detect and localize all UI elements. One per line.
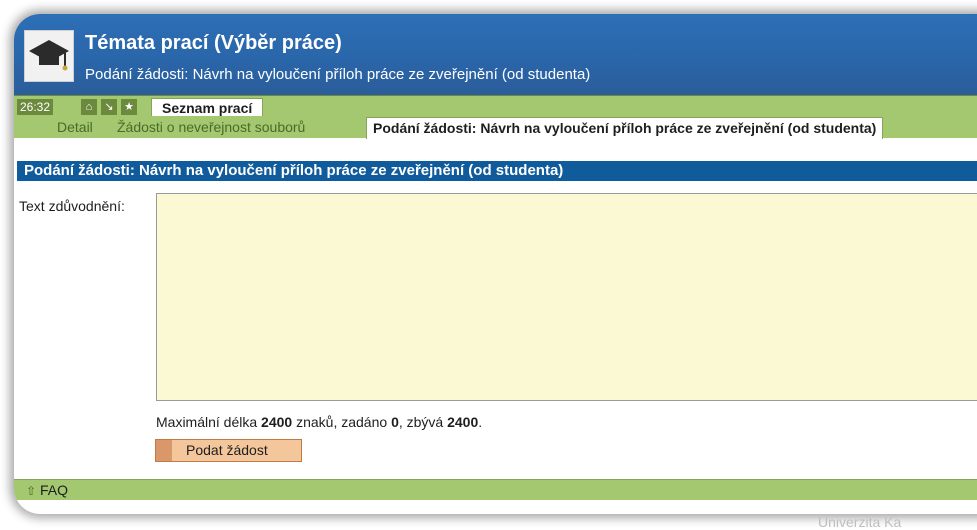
session-timer: 26:32 (17, 99, 54, 115)
faq-icon: ⇧ (26, 484, 37, 498)
university-watermark: Univerzita Ka (818, 514, 902, 530)
footer-bar: ⇧ FAQ (14, 479, 977, 500)
submit-button[interactable]: Podat žádost (155, 439, 302, 462)
page-subtitle: Podání žádosti: Návrh na vyloučení přílo… (85, 66, 591, 83)
page-title: Témata prací (Výběr práce) (85, 32, 342, 54)
subtab-strip: Detail Žádosti o neveřejnost souborů Pod… (14, 116, 977, 139)
arrow-down-right-icon[interactable]: ↘ (101, 99, 117, 115)
limit-mid2: , zbývá (398, 414, 448, 430)
limit-suffix: . (478, 414, 483, 430)
subtab-podani-zadosti[interactable]: Podání žádosti: Návrh na vyloučení přílo… (366, 117, 884, 139)
navigation-strip: 26:32 ⌂ ↘ ★ Seznam prací (14, 95, 977, 118)
text-label: Text zdůvodnění: (19, 198, 125, 214)
page-header: Témata prací (Výběr práce) Podání žádost… (14, 14, 977, 95)
tab-seznam-praci[interactable]: Seznam prací (151, 98, 264, 118)
subtab-zadosti[interactable]: Žádosti o neveřejnost souborů (117, 119, 305, 135)
limit-entered: 0 (391, 414, 399, 430)
reason-textarea[interactable] (156, 193, 977, 401)
character-limit-info: Maximální délka 2400 znaků, zadáno 0, zb… (156, 414, 482, 430)
star-icon[interactable]: ★ (121, 99, 137, 115)
faq-link[interactable]: FAQ (40, 482, 68, 498)
graduation-cap-logo-icon (24, 30, 74, 82)
section-title: Podání žádosti: Návrh na vyloučení přílo… (17, 161, 977, 181)
limit-remaining: 2400 (447, 414, 479, 430)
limit-prefix: Maximální délka (156, 414, 262, 430)
limit-mid: znaků, zadáno (292, 414, 392, 430)
limit-max: 2400 (261, 414, 293, 430)
subtab-detail[interactable]: Detail (57, 119, 93, 135)
app-window: Témata prací (Výběr práce) Podání žádost… (14, 14, 977, 514)
home-icon[interactable]: ⌂ (81, 99, 97, 115)
